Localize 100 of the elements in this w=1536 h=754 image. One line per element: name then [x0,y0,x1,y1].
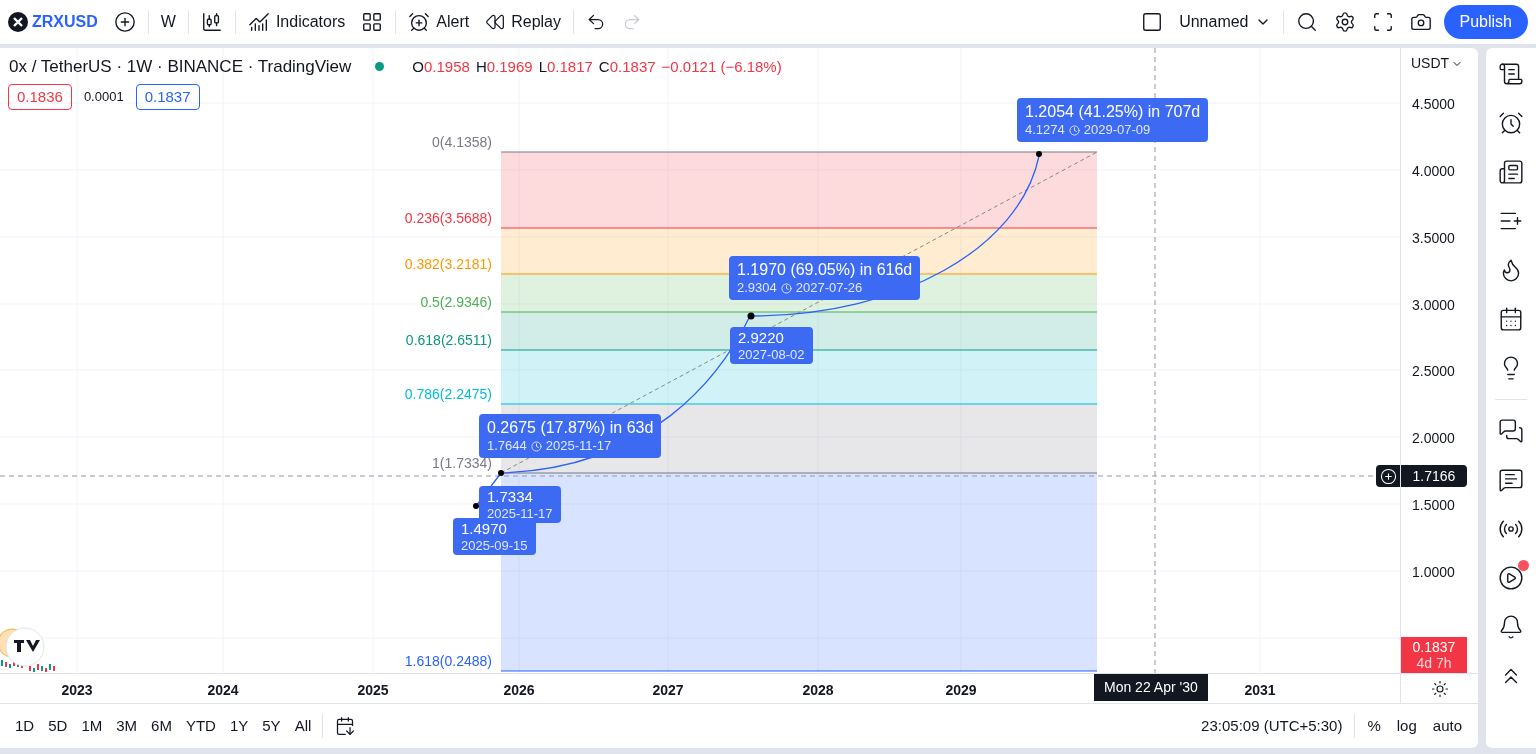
sun-icon [1430,679,1449,698]
newspaper-icon [1498,159,1524,185]
range-button[interactable]: All [287,710,319,742]
layout-name-dropdown[interactable]: Unnamed [1171,4,1279,40]
clock-time[interactable]: 23:05:09 (UTC+5:30) [1193,714,1351,738]
year-label: 2027 [652,681,684,700]
sell-price-button[interactable]: 0.1836 [8,84,72,110]
crosshair-date-label: Mon 22 Apr '30 [1094,674,1208,701]
clock-icon [530,440,542,452]
point-date: 2027-08-02 [738,347,805,362]
range-text: 1.1970 (69.05%) in 616d [737,260,913,280]
range-price: 2.9304 [737,280,777,296]
year-label: 2023 [61,681,93,700]
range-button[interactable]: 6M [144,710,179,742]
price-tick: 3.0000 [1412,296,1455,315]
year-label: 2031 [1244,681,1276,700]
spread-value: 0.0001 [82,88,125,107]
fib-level-label: 0.5(2.9346) [419,293,492,312]
crosshair-add-button[interactable] [1376,465,1400,487]
grid-icon [361,11,384,33]
clock-icon [780,282,792,294]
bell-icon [1498,614,1524,640]
log-toggle[interactable]: log [1388,714,1425,738]
last-price: 0.1837 [1412,639,1456,655]
price-tick: 3.5000 [1412,229,1455,248]
year-label: 2025 [357,681,389,700]
alarm-clock-icon [408,11,431,33]
range-button[interactable]: 1D [8,710,42,742]
range-price: 1.7644 [487,438,527,454]
interval-button[interactable]: W [152,4,184,40]
chart-title: 0x / TetherUS · 1W · BINANCE · TradingView [9,56,352,78]
ohlc-label: L [538,56,547,77]
range-date: 2027-07-26 [795,280,863,296]
fib-level-label: 0.382(3.2181) [403,255,492,274]
play-icon [1498,565,1524,591]
price-tick: 1.0000 [1412,563,1455,582]
crosshair-price-label: 1.7166 [1401,465,1467,487]
plus-circle-icon [1379,467,1397,485]
range-button[interactable]: 3M [109,710,145,742]
chat-bubbles-icon [1498,418,1524,444]
year-label: 2029 [945,681,977,700]
clock-icon [1068,124,1080,136]
range-button[interactable]: 1M [74,710,110,742]
fib-level-label: 1(1.7334) [431,454,492,473]
point-date: 2025-11-17 [487,506,553,521]
rewind-icon [485,12,506,32]
ohlc-value: 0.1958 [424,56,470,77]
year-label: 2024 [207,681,239,700]
range-button[interactable]: 5Y [255,710,288,742]
range-price: 4.1274 [1025,122,1065,138]
publish-button[interactable]: Publish [1443,5,1528,39]
anchor-dot [498,470,504,476]
square-icon [1141,11,1164,33]
range-text: 1.2054 (41.25%) in 707d [1025,102,1201,122]
fib-level-label: 1.618(0.2488) [403,652,492,671]
currency-dropdown[interactable]: USDT [1411,53,1464,74]
point-price: 1.7334 [487,488,534,506]
year-label: 2026 [503,681,535,700]
buy-price-button[interactable]: 0.1837 [135,84,200,110]
ohlc-label: C [598,56,610,77]
range-button[interactable]: 1Y [222,710,256,742]
alarm-clock-icon [1498,110,1524,136]
chart-icon [247,11,270,33]
ohlc-value: 0.1817 [546,56,593,77]
chart-settings-button[interactable] [1430,679,1449,698]
range-text: 0.2675 (17.87%) in 63d [487,418,654,438]
message-icon [1498,467,1524,493]
range-date: 2029-07-09 [1083,122,1151,138]
ohlc-label: H [475,56,487,77]
symbol-name[interactable]: ZRXUSD [32,10,98,34]
point-price: 1.4970 [461,520,508,538]
calendar-arrow-icon [335,716,356,736]
price-tick: 4.0000 [1412,162,1455,181]
camera-icon [1409,11,1432,33]
percent-toggle[interactable]: % [1359,714,1389,738]
price-tick: 4.5000 [1412,95,1455,114]
anchor-dot [747,312,755,320]
bar-countdown: 4d 7h [1416,655,1452,671]
fib-level-label: 0(4.1358) [431,133,492,152]
price-tick: 1.5000 [1412,496,1455,515]
calendar-icon [1498,306,1524,332]
candlestick-icon [200,11,223,33]
ohlc-value: 0.1837 [609,56,656,77]
plus-circle-icon [113,11,136,33]
fib-level-label: 0.618(2.6511) [404,331,492,350]
anchor-dot [1036,151,1042,157]
range-button[interactable]: YTD [178,710,223,742]
fullscreen-icon [1371,11,1394,33]
price-tick: 2.5000 [1412,362,1455,381]
ohlc-label: O [412,56,424,77]
fib-level-label: 0.236(3.5688) [403,209,492,228]
range-button[interactable]: 5D [41,710,75,742]
logo-icon [8,12,28,32]
anchor-dot [473,503,479,509]
auto-toggle[interactable]: auto [1424,714,1470,738]
price-change: −0.0121 (−6.18%) [661,56,782,77]
point-date: 2025-09-15 [461,538,528,553]
alert-button[interactable]: Alert [400,4,478,40]
replay-button[interactable]: Replay [477,4,569,40]
indicators-button[interactable]: Indicators [239,4,354,40]
